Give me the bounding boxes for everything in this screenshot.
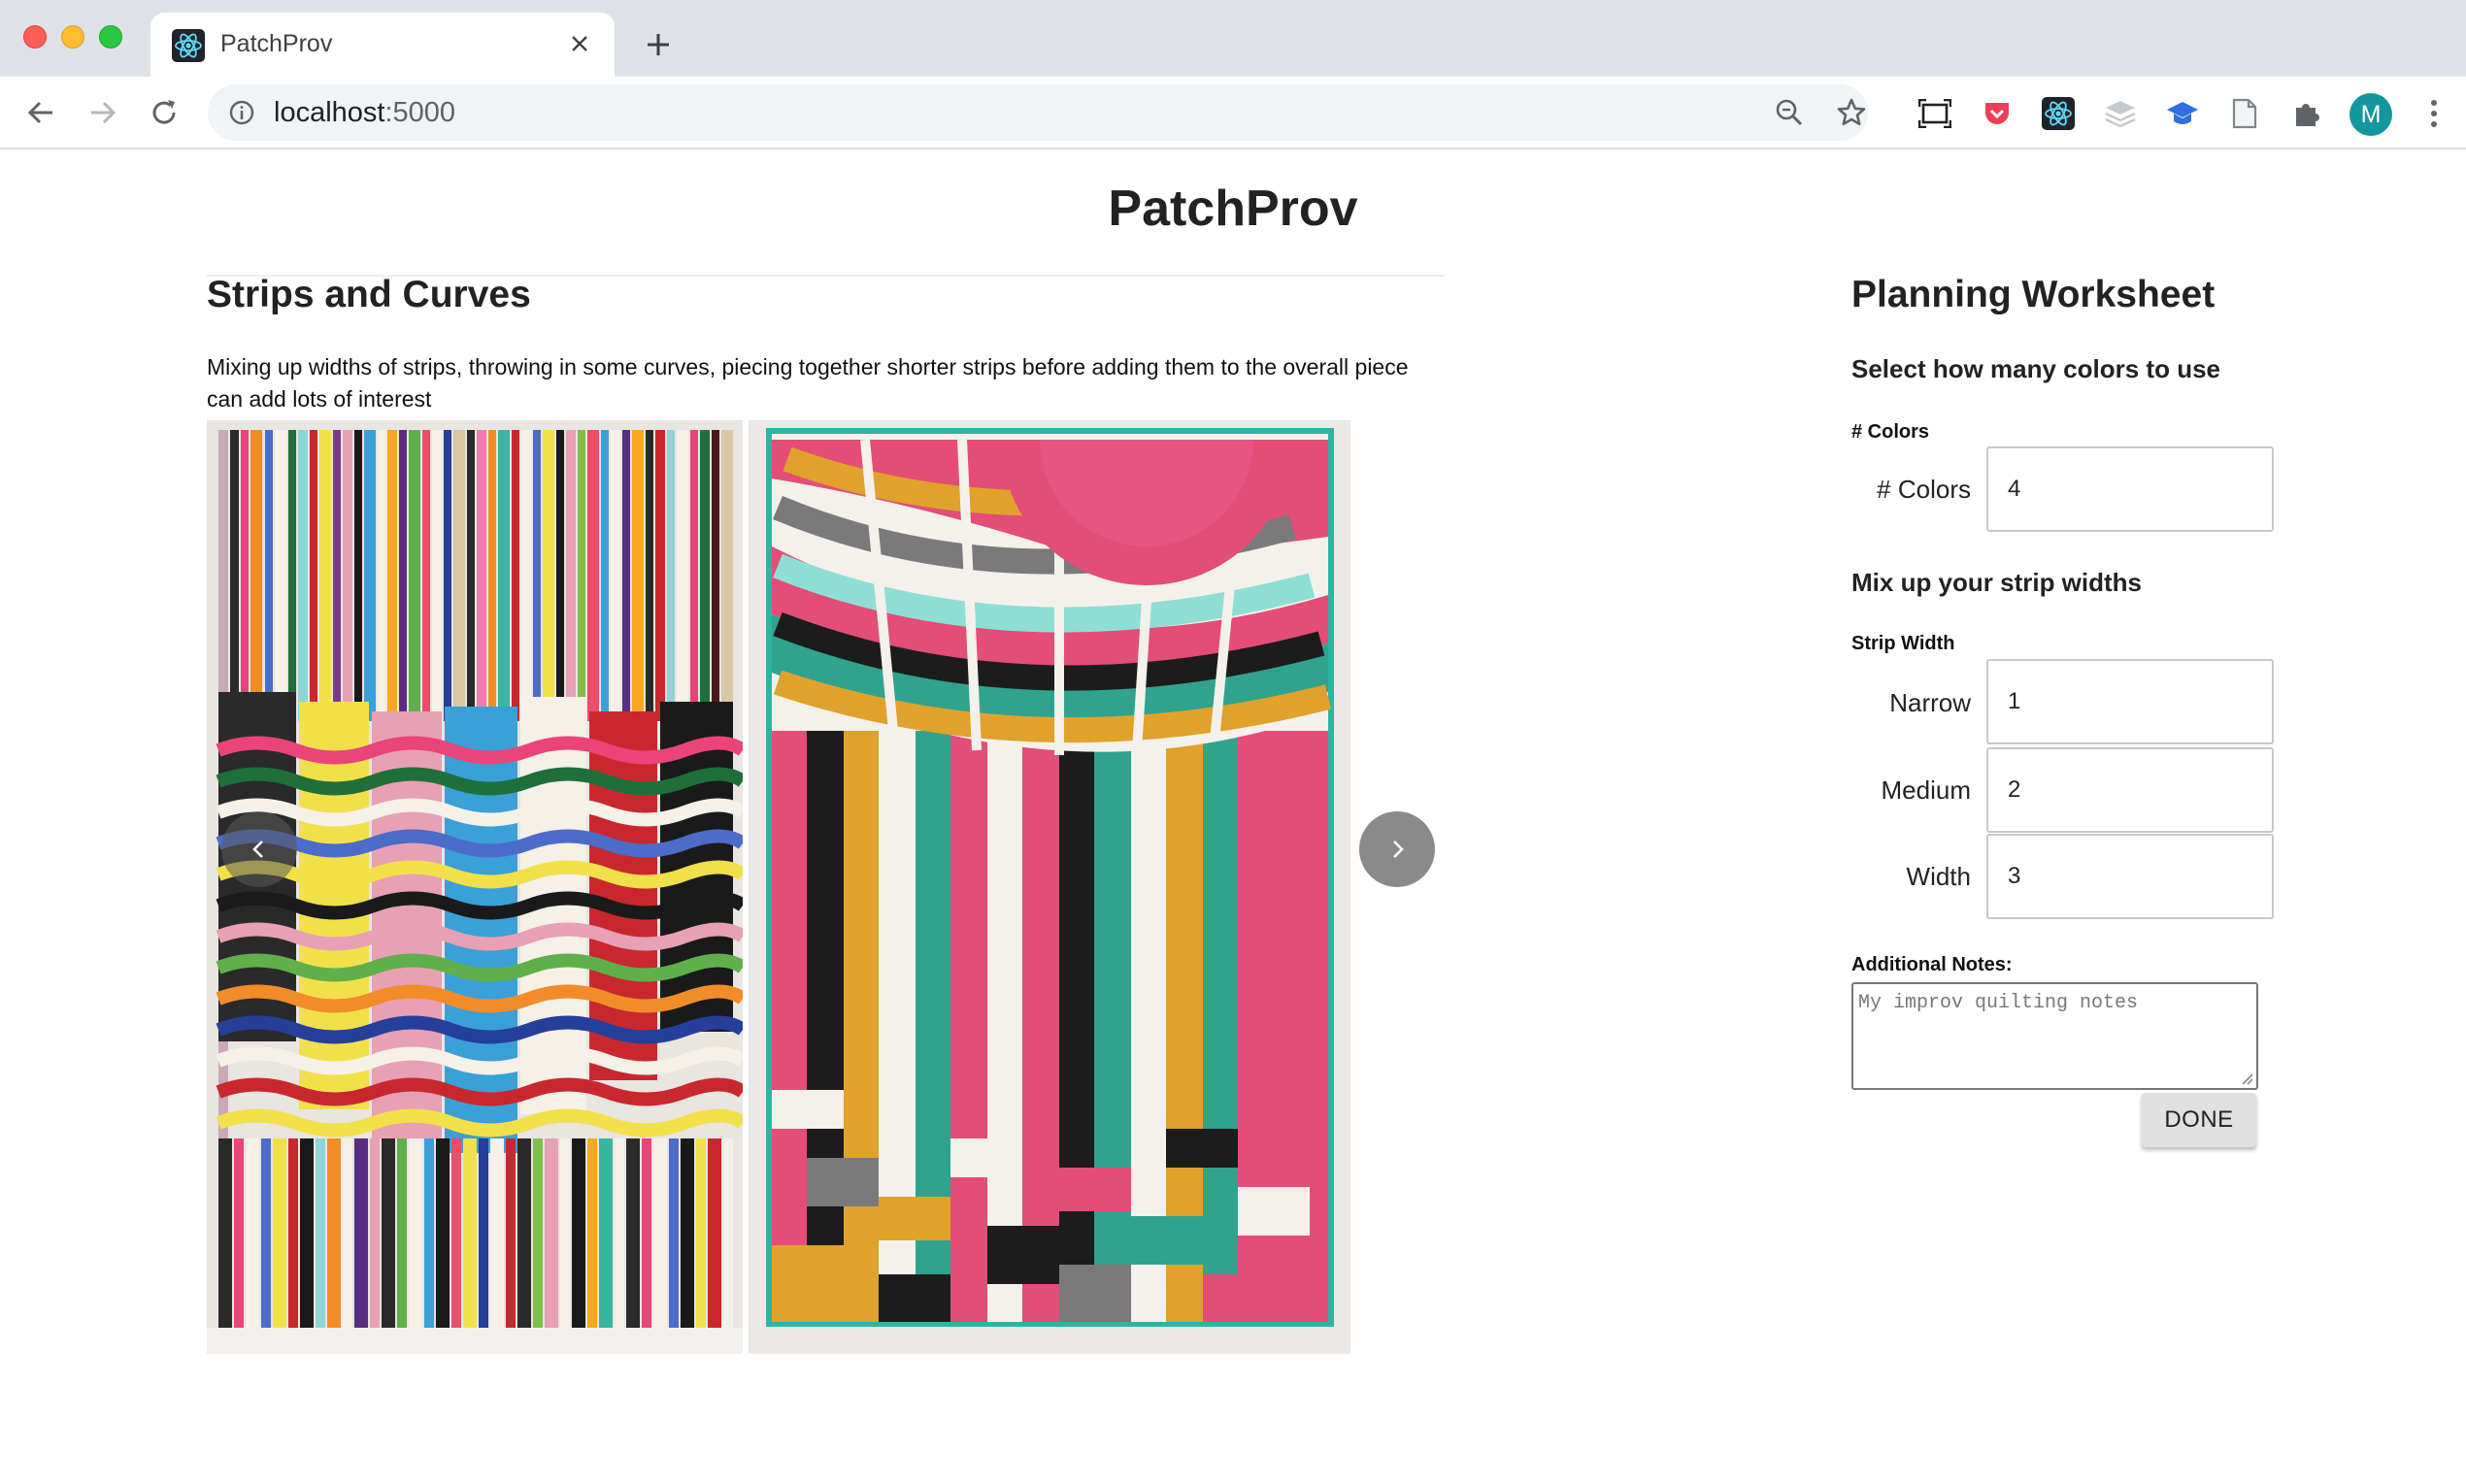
medium-width-input[interactable]: 2 bbox=[1986, 747, 2274, 833]
done-button[interactable]: DONE bbox=[2142, 1093, 2256, 1147]
resize-grip-icon[interactable] bbox=[2240, 1072, 2253, 1085]
colors-count-input[interactable]: 4 bbox=[1986, 446, 2274, 532]
react-favicon-icon bbox=[172, 29, 205, 62]
browser-toolbar: localhost:5000 M bbox=[0, 77, 2466, 149]
layers-extension-icon[interactable] bbox=[2103, 96, 2138, 131]
screenshot-extension-icon[interactable] bbox=[1917, 96, 1952, 131]
strip-width-section-label: Strip Width bbox=[1851, 633, 1955, 654]
narrow-width-input[interactable]: 1 bbox=[1986, 659, 2274, 744]
narrow-field-label: Narrow bbox=[1889, 688, 1971, 717]
document-extension-icon[interactable] bbox=[2227, 96, 2262, 131]
back-arrow-icon[interactable] bbox=[18, 90, 63, 135]
browser-menu-kebab-icon[interactable] bbox=[2419, 96, 2449, 131]
minimize-window-button[interactable] bbox=[61, 25, 84, 49]
site-info-icon[interactable] bbox=[227, 98, 256, 127]
colors-field-label: # Colors bbox=[1877, 475, 1971, 504]
notes-textarea[interactable]: My improv quilting notes bbox=[1851, 982, 2258, 1090]
idea-title: Strips and Curves bbox=[207, 274, 531, 315]
medium-field-label: Medium bbox=[1881, 775, 1971, 805]
tab-title: PatchProv bbox=[220, 30, 333, 57]
graduation-cap-extension-icon[interactable] bbox=[2165, 96, 2200, 131]
browser-tab[interactable]: PatchProv bbox=[150, 13, 615, 77]
close-tab-icon[interactable] bbox=[562, 26, 597, 61]
reload-icon[interactable] bbox=[142, 90, 186, 135]
zoom-magnifier-icon[interactable] bbox=[1773, 96, 1806, 129]
carousel-prev-button[interactable] bbox=[221, 811, 297, 887]
url-text: localhost:5000 bbox=[274, 97, 456, 128]
wide-width-input[interactable]: 3 bbox=[1986, 834, 2274, 919]
browser-tabstrip: PatchProv bbox=[0, 0, 2466, 77]
idea-image-carousel bbox=[207, 420, 1435, 1354]
extensions-puzzle-icon[interactable] bbox=[2289, 96, 2324, 131]
address-bar[interactable]: localhost:5000 bbox=[208, 84, 1868, 141]
notes-label: Additional Notes: bbox=[1851, 954, 2013, 975]
profile-avatar[interactable]: M bbox=[2349, 93, 2392, 136]
strips-prompt: Mix up your strip widths bbox=[1851, 568, 2143, 597]
carousel-next-button[interactable] bbox=[1359, 811, 1435, 887]
colors-section-label: # Colors bbox=[1851, 421, 1930, 443]
page-title: PatchProv bbox=[1108, 181, 1358, 237]
colors-prompt: Select how many colors to use bbox=[1851, 354, 2220, 383]
width-field-label: Width bbox=[1906, 862, 1971, 891]
pocket-extension-icon[interactable] bbox=[1980, 96, 2015, 131]
strips-quilt-image bbox=[207, 420, 743, 1354]
close-window-button[interactable] bbox=[23, 25, 47, 49]
react-devtools-extension-icon[interactable] bbox=[2041, 96, 2076, 131]
curves-quilt-image bbox=[749, 420, 1350, 1354]
bookmark-star-icon[interactable] bbox=[1835, 96, 1868, 129]
worksheet-title: Planning Worksheet bbox=[1851, 274, 2216, 315]
idea-description: Mixing up widths of strips, throwing in … bbox=[207, 354, 1409, 412]
notes-placeholder: My improv quilting notes bbox=[1858, 992, 2139, 1014]
maximize-window-button[interactable] bbox=[99, 25, 122, 49]
new-tab-plus-icon[interactable] bbox=[637, 23, 680, 66]
forward-arrow-icon[interactable] bbox=[81, 90, 125, 135]
